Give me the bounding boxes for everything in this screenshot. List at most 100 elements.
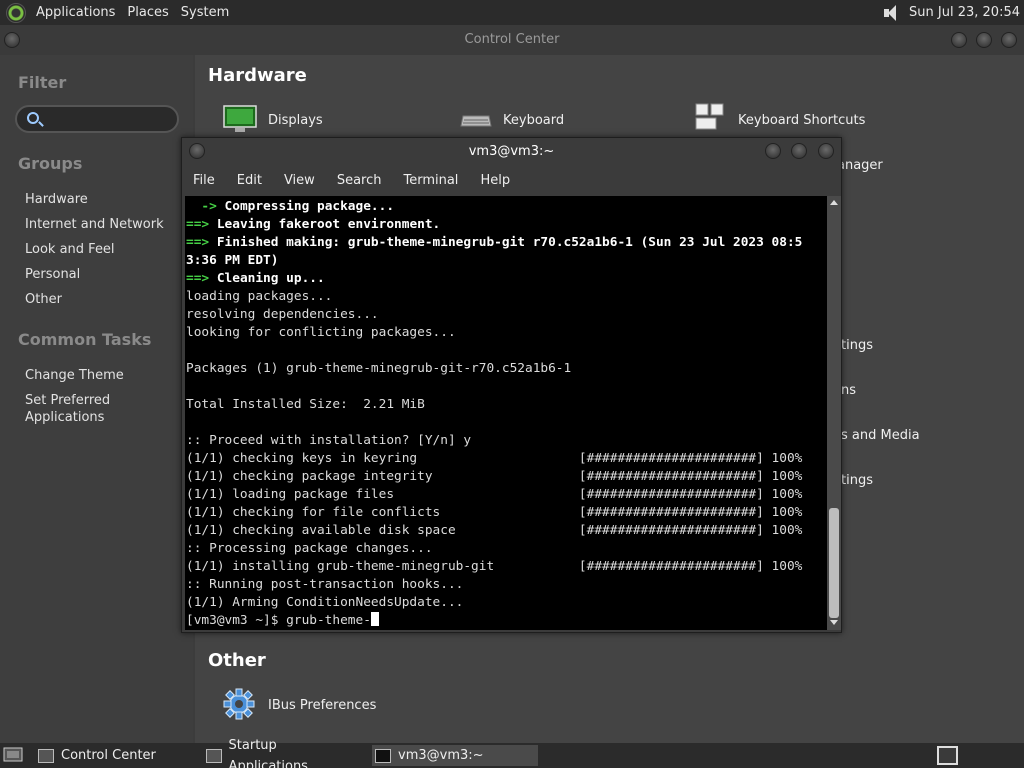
terminal-line-text: Leaving fakeroot environment.: [209, 217, 441, 232]
terminal-line-text: Finished making: grub-theme-minegrub-git…: [209, 235, 803, 250]
terminal-line: :: Running post-transaction hooks...: [186, 576, 827, 594]
terminal-window: vm3@vm3:~ File Edit View Search Terminal…: [181, 137, 842, 633]
menu-help[interactable]: Help: [469, 169, 521, 193]
window-menu-button[interactable]: [4, 32, 20, 48]
partial-item-media[interactable]: s and Media: [841, 428, 920, 443]
terminal-line-prefix: ==>: [186, 217, 210, 232]
terminal-line-text: (1/1) checking package integrity [######…: [186, 469, 803, 484]
terminal-line: (1/1) checking for file conflicts [#####…: [186, 504, 827, 522]
terminal-line-text: looking for conflicting packages...: [186, 325, 456, 340]
common-tasks-heading: Common Tasks: [18, 330, 152, 349]
keyboard-shortcuts-item[interactable]: Keyboard Shortcuts: [738, 113, 865, 128]
keyboard-item[interactable]: Keyboard: [503, 113, 564, 128]
terminal-line-prefix: ==>: [186, 271, 210, 286]
terminal-line: (1/1) installing grub-theme-minegrub-git…: [186, 558, 827, 576]
terminal-line-text: (1/1) loading package files [###########…: [186, 487, 803, 502]
minimize-button[interactable]: [951, 32, 967, 48]
terminal-line-text: 3:36 PM EDT): [186, 253, 279, 268]
task-change-theme[interactable]: Change Theme: [25, 367, 124, 384]
terminal-scrollbar[interactable]: [827, 196, 841, 630]
terminal-line-text: Packages (1) grub-theme-minegrub-git-r70…: [186, 361, 572, 376]
task-label: Startup Applications...: [228, 737, 321, 768]
scroll-up-arrow-icon[interactable]: [830, 200, 838, 205]
system-menu[interactable]: System: [175, 5, 235, 20]
terminal-maximize-button[interactable]: [791, 143, 807, 159]
menu-edit[interactable]: Edit: [226, 169, 273, 193]
terminal-line: Packages (1) grub-theme-minegrub-git-r70…: [186, 360, 827, 378]
terminal-line: (1/1) checking available disk space [###…: [186, 522, 827, 540]
control-center-title: Control Center: [464, 32, 560, 47]
terminal-line-text: :: Proceed with installation? [Y/n] y: [186, 433, 472, 448]
group-look-and-feel[interactable]: Look and Feel: [25, 241, 115, 258]
partial-item-settings-2[interactable]: tings: [841, 473, 873, 488]
show-desktop-icon[interactable]: [3, 747, 23, 764]
terminal-line: 3:36 PM EDT): [186, 252, 827, 270]
task-set-preferred-applications[interactable]: Set Preferred Applications: [25, 392, 135, 426]
group-internet-and-network[interactable]: Internet and Network: [25, 216, 164, 233]
terminal-line: :: Proceed with installation? [Y/n] y: [186, 432, 827, 450]
terminal-line: (1/1) loading package files [###########…: [186, 486, 827, 504]
task-terminal[interactable]: vm3@vm3:~: [372, 745, 538, 766]
menu-terminal[interactable]: Terminal: [392, 169, 469, 193]
terminal-line-text: Compressing package...: [216, 199, 395, 214]
ibus-preferences-item[interactable]: IBus Preferences: [268, 698, 376, 713]
terminal-titlebar[interactable]: vm3@vm3:~: [182, 138, 841, 166]
search-icon: [27, 112, 39, 124]
terminal-line-text: (1/1) Arming ConditionNeedsUpdate...: [186, 595, 464, 610]
partial-item-options[interactable]: ns: [841, 383, 856, 398]
terminal-line-text: loading packages...: [186, 289, 333, 304]
terminal-line: ==> Cleaning up...: [186, 270, 827, 288]
hardware-section-title: Hardware: [208, 65, 307, 86]
close-button[interactable]: [1001, 32, 1017, 48]
scroll-down-arrow-icon[interactable]: [830, 620, 838, 625]
scrollbar-thumb[interactable]: [829, 508, 839, 618]
terminal-title: vm3@vm3:~: [468, 144, 555, 159]
group-other[interactable]: Other: [25, 291, 62, 308]
terminal-window-menu-button[interactable]: [189, 143, 205, 159]
control-center-titlebar[interactable]: Control Center: [0, 25, 1024, 55]
maximize-button[interactable]: [976, 32, 992, 48]
terminal-line: ==> Finished making: grub-theme-minegrub…: [186, 234, 827, 252]
displays-item[interactable]: Displays: [268, 113, 323, 128]
partial-item-settings-1[interactable]: tings: [841, 338, 873, 353]
task-control-center[interactable]: Control Center: [38, 745, 198, 766]
top-panel-tray: Sun Jul 23, 20:54: [883, 0, 1020, 25]
terminal-line-text: [vm3@vm3 ~]$ grub-theme-: [186, 613, 371, 628]
terminal-line: loading packages...: [186, 288, 827, 306]
terminal-line: [vm3@vm3 ~]$ grub-theme-: [186, 612, 827, 630]
applications-menu[interactable]: Applications: [30, 5, 121, 20]
startup-applications-icon: [206, 748, 222, 763]
terminal-close-button[interactable]: [818, 143, 834, 159]
keyboard-shortcuts-icon: [695, 103, 724, 130]
menu-view[interactable]: View: [273, 169, 326, 193]
terminal-line: (1/1) Arming ConditionNeedsUpdate...: [186, 594, 827, 612]
terminal-line: :: Processing package changes...: [186, 540, 827, 558]
terminal-line-text: Cleaning up...: [209, 271, 325, 286]
places-menu[interactable]: Places: [121, 5, 174, 20]
distro-logo-icon[interactable]: [6, 2, 26, 23]
terminal-screen[interactable]: -> Compressing package... ==> Leaving fak…: [185, 196, 827, 630]
group-hardware[interactable]: Hardware: [25, 191, 88, 208]
terminal-line-text: Total Installed Size: 2.21 MiB: [186, 397, 425, 412]
workspace-switcher[interactable]: [937, 746, 958, 765]
group-personal[interactable]: Personal: [25, 266, 80, 283]
partial-item-manager[interactable]: anager: [837, 158, 883, 173]
task-startup-applications[interactable]: Startup Applications...: [206, 738, 368, 768]
terminal-line-prefix: ==>: [186, 235, 210, 250]
displays-icon: [223, 105, 257, 132]
terminal-line-text: (1/1) checking for file conflicts [#####…: [186, 505, 803, 520]
clock[interactable]: Sun Jul 23, 20:54: [909, 5, 1020, 20]
groups-heading: Groups: [18, 154, 83, 173]
menu-file[interactable]: File: [182, 169, 226, 193]
filter-input[interactable]: [15, 105, 179, 133]
control-center-sidebar: Filter Groups Hardware Internet and Netw…: [0, 55, 193, 743]
terminal-line-prefix: ->: [186, 199, 217, 214]
terminal-line-text: (1/1) checking available disk space [###…: [186, 523, 803, 538]
terminal-line: Total Installed Size: 2.21 MiB: [186, 396, 827, 414]
speaker-icon[interactable]: [883, 4, 901, 21]
terminal-minimize-button[interactable]: [765, 143, 781, 159]
terminal-line-text: resolving dependencies...: [186, 307, 379, 322]
menu-search[interactable]: Search: [326, 169, 393, 193]
